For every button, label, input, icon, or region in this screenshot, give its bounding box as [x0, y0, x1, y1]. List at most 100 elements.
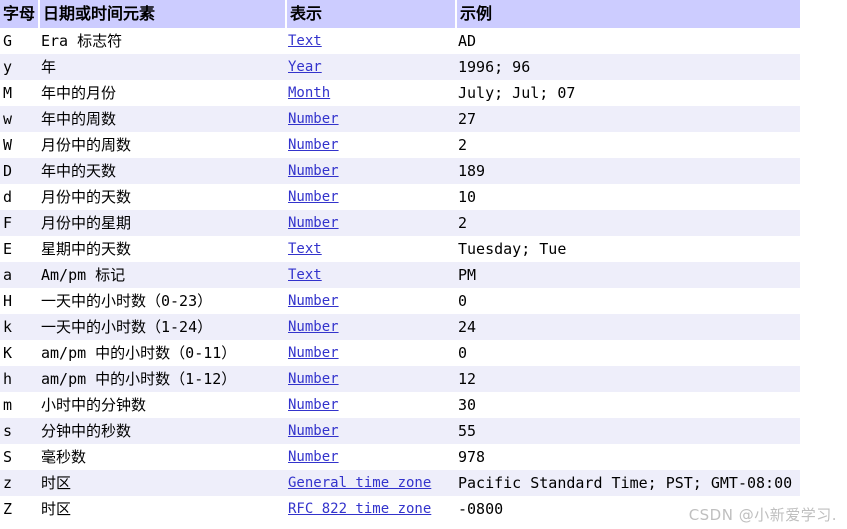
table-row: E 星期中的天数 Text Tuesday; Tue — [0, 236, 800, 262]
table-row: a Am/pm 标记 Text PM — [0, 262, 800, 288]
cell-element-description: 一天中的小时数（1-24） — [38, 314, 285, 340]
cell-letter: d — [0, 184, 38, 210]
table-row: Z 时区 RFC 822 time zone -0800 — [0, 496, 800, 522]
presentation-link[interactable]: Number — [288, 215, 339, 231]
cell-example: 2 — [455, 210, 800, 236]
presentation-link[interactable]: Number — [288, 371, 339, 387]
cell-presentation: Number — [285, 314, 455, 340]
presentation-link[interactable]: Number — [288, 319, 339, 335]
presentation-link[interactable]: Number — [288, 137, 339, 153]
column-header-presentation: 表示 — [285, 0, 455, 28]
cell-letter: k — [0, 314, 38, 340]
table-row: W 月份中的周数 Number 2 — [0, 132, 800, 158]
table-row: y 年 Year 1996; 96 — [0, 54, 800, 80]
date-format-table: 字母 日期或时间元素 表示 示例 G Era 标志符 Text AD y 年 Year 199… — [0, 0, 800, 522]
table-header-row: 字母 日期或时间元素 表示 示例 — [0, 0, 800, 28]
cell-element-description: 年 — [38, 54, 285, 80]
cell-letter: m — [0, 392, 38, 418]
cell-element-description: 小时中的分钟数 — [38, 392, 285, 418]
cell-example: 24 — [455, 314, 800, 340]
cell-example: 0 — [455, 288, 800, 314]
table-row: s 分钟中的秒数 Number 55 — [0, 418, 800, 444]
cell-element-description: 一天中的小时数（0-23） — [38, 288, 285, 314]
cell-letter: w — [0, 106, 38, 132]
presentation-link[interactable]: Number — [288, 189, 339, 205]
table-row: F 月份中的星期 Number 2 — [0, 210, 800, 236]
cell-presentation: Text — [285, 236, 455, 262]
cell-example: July; Jul; 07 — [455, 80, 800, 106]
cell-example: AD — [455, 28, 800, 54]
cell-presentation: Number — [285, 366, 455, 392]
column-header-letter: 字母 — [0, 0, 38, 28]
table-row: w 年中的周数 Number 27 — [0, 106, 800, 132]
cell-presentation: RFC 822 time zone — [285, 496, 455, 522]
table-body: G Era 标志符 Text AD y 年 Year 1996; 96 M 年中的月份 Month J… — [0, 28, 800, 522]
cell-example: 1996; 96 — [455, 54, 800, 80]
table-row: D 年中的天数 Number 189 — [0, 158, 800, 184]
cell-letter: H — [0, 288, 38, 314]
cell-letter: s — [0, 418, 38, 444]
presentation-link[interactable]: Text — [288, 241, 322, 257]
cell-letter: h — [0, 366, 38, 392]
cell-presentation: Number — [285, 340, 455, 366]
cell-presentation: Month — [285, 80, 455, 106]
cell-element-description: am/pm 中的小时数（0-11） — [38, 340, 285, 366]
cell-element-description: 年中的天数 — [38, 158, 285, 184]
table-row: d 月份中的天数 Number 10 — [0, 184, 800, 210]
cell-letter: y — [0, 54, 38, 80]
table-row: h am/pm 中的小时数（1-12） Number 12 — [0, 366, 800, 392]
cell-presentation: Number — [285, 132, 455, 158]
cell-presentation: Number — [285, 158, 455, 184]
presentation-link[interactable]: Number — [288, 345, 339, 361]
table-row: H 一天中的小时数（0-23） Number 0 — [0, 288, 800, 314]
cell-presentation: General time zone — [285, 470, 455, 496]
presentation-link[interactable]: Number — [288, 397, 339, 413]
cell-example: 0 — [455, 340, 800, 366]
cell-element-description: 月份中的星期 — [38, 210, 285, 236]
cell-example: 978 — [455, 444, 800, 470]
cell-presentation: Number — [285, 392, 455, 418]
cell-letter: F — [0, 210, 38, 236]
table-header: 字母 日期或时间元素 表示 示例 — [0, 0, 800, 28]
cell-presentation: Number — [285, 418, 455, 444]
cell-presentation: Number — [285, 106, 455, 132]
presentation-link[interactable]: RFC 822 time zone — [288, 501, 431, 517]
cell-element-description: 月份中的周数 — [38, 132, 285, 158]
table-row: G Era 标志符 Text AD — [0, 28, 800, 54]
presentation-link[interactable]: Text — [288, 33, 322, 49]
presentation-link[interactable]: Year — [288, 59, 322, 75]
cell-letter: W — [0, 132, 38, 158]
presentation-link[interactable]: General time zone — [288, 475, 431, 491]
cell-example: 27 — [455, 106, 800, 132]
cell-presentation: Text — [285, 28, 455, 54]
presentation-link[interactable]: Number — [288, 449, 339, 465]
cell-element-description: 时区 — [38, 496, 285, 522]
cell-letter: a — [0, 262, 38, 288]
cell-letter: Z — [0, 496, 38, 522]
cell-element-description: Era 标志符 — [38, 28, 285, 54]
cell-presentation: Number — [285, 444, 455, 470]
cell-element-description: Am/pm 标记 — [38, 262, 285, 288]
cell-example: PM — [455, 262, 800, 288]
cell-presentation: Number — [285, 288, 455, 314]
cell-element-description: am/pm 中的小时数（1-12） — [38, 366, 285, 392]
presentation-link[interactable]: Number — [288, 423, 339, 439]
cell-example: 12 — [455, 366, 800, 392]
presentation-link[interactable]: Number — [288, 293, 339, 309]
date-format-table-container: 字母 日期或时间元素 表示 示例 G Era 标志符 Text AD y 年 Year 199… — [0, 0, 800, 522]
column-header-element: 日期或时间元素 — [38, 0, 285, 28]
presentation-link[interactable]: Month — [288, 85, 330, 101]
cell-example: -0800 — [455, 496, 800, 522]
cell-element-description: 分钟中的秒数 — [38, 418, 285, 444]
cell-element-description: 时区 — [38, 470, 285, 496]
presentation-link[interactable]: Text — [288, 267, 322, 283]
cell-letter: K — [0, 340, 38, 366]
presentation-link[interactable]: Number — [288, 111, 339, 127]
cell-letter: E — [0, 236, 38, 262]
cell-element-description: 月份中的天数 — [38, 184, 285, 210]
table-row: M 年中的月份 Month July; Jul; 07 — [0, 80, 800, 106]
cell-presentation: Number — [285, 210, 455, 236]
presentation-link[interactable]: Number — [288, 163, 339, 179]
cell-element-description: 星期中的天数 — [38, 236, 285, 262]
cell-example: 55 — [455, 418, 800, 444]
